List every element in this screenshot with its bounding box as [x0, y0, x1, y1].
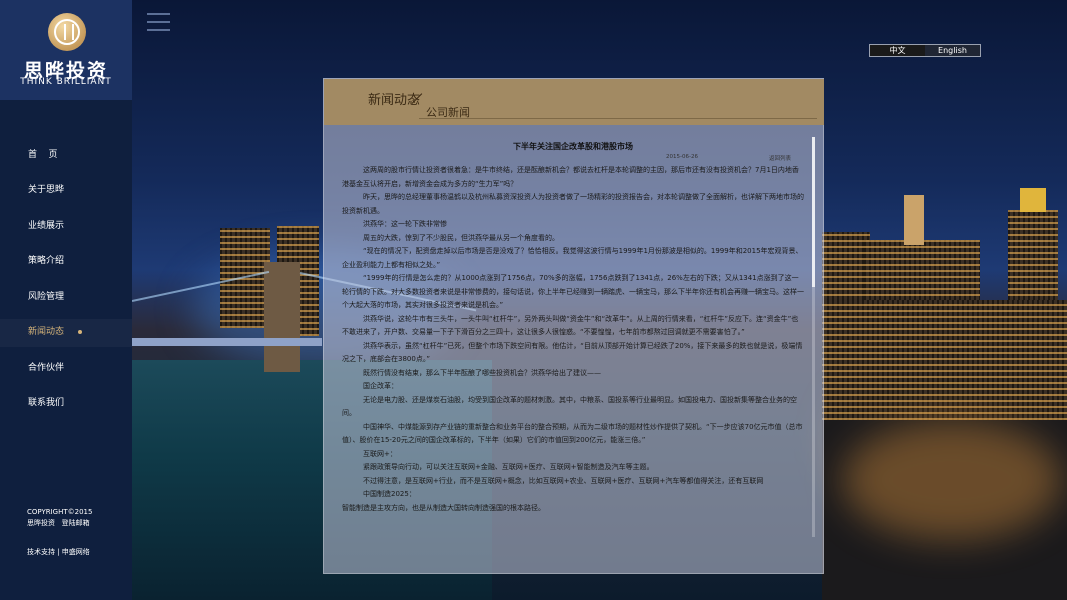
article-body: 这两周的股市行情让投资者很着急：是牛市终结，还是酝酿新机会？都说去杠杆是本轮调整… [331, 164, 815, 515]
lang-zh-button[interactable]: 中文 [870, 45, 925, 56]
section-title: 新闻动态 [368, 93, 421, 108]
language-switch: 中文 English [869, 44, 981, 57]
article-paragraph: 洪燕华：这一轮下跌非常惨 [363, 220, 447, 228]
nav-item-strategy[interactable]: 策略介绍 [0, 244, 132, 280]
nav-item-partners[interactable]: 合作伙伴 [0, 350, 132, 386]
article-title: 下半年关注国企改革股和港股市场 [513, 142, 633, 151]
article-paragraph: 中国制造2025： [363, 490, 416, 498]
nav-item-news[interactable]: 新闻动态 [0, 315, 132, 351]
news-panel: 新闻动态 公司新闻 下半年关注国企改革股和港股市场 2015-06-26 返回列… [323, 78, 824, 574]
copyright-text: COPYRIGHT©2015 [27, 508, 93, 516]
menu-icon[interactable] [147, 13, 170, 31]
article-paragraph: 智能制造是主攻方向，也是从制造大国转向制造强国的根本路径。 [342, 503, 545, 512]
nav-item-label: 新闻动态 [28, 327, 65, 338]
article-paragraph: 不过得注意，是互联网+行业，而不是互联网+概念，比如互联网+农业、互联网+医疗、… [363, 476, 764, 485]
lang-en-button[interactable]: English [925, 45, 980, 56]
sidebar: 思晔投资 THINK BRILLIANT 首 页 关于思晔 业绩展示 策略介绍 … [0, 0, 132, 600]
article-paragraph: 周五的大跌，惊到了不少股民，但洪燕华最从另一个角度看的。 [363, 233, 559, 242]
back-to-list-link[interactable]: 返回列表 [769, 154, 791, 162]
nav-item-home[interactable]: 首 页 [0, 137, 132, 173]
article-paragraph: 互联网+： [363, 449, 397, 458]
nav-item-about[interactable]: 关于思晔 [0, 173, 132, 209]
logo-emblem-icon [48, 13, 86, 51]
article-paragraph: 洪燕华说，这轮牛市有三头牛，一头牛叫“杠杆牛”，另外两头叫做“资金牛”和“改革牛… [342, 314, 799, 337]
nav-item-label: 联系我们 [28, 398, 65, 409]
panel-header: 新闻动态 公司新闻 [324, 79, 824, 125]
nav-item-label: 合作伙伴 [28, 362, 65, 373]
nav-item-label: 策略介绍 [28, 256, 65, 267]
article-paragraph: 紧跟政策导向行动，可以关注互联网+金融、互联网+医疗、互联网+智能制造及汽车等主… [363, 463, 654, 471]
article-paragraph: 无论是电力股、还是煤炭石油股，均受到国企改革的题材刺激。其中，中粮系、国投系等行… [342, 395, 797, 418]
nav-item-label: 业绩展示 [28, 220, 65, 231]
article-paragraph: 中国神华、中煤能源到存产业链的重新整合和业务平台的整合预期，从而为二级市场的题材… [342, 422, 803, 445]
article-paragraph: 昨天，思晔的总经理董事杨温鹤以及杭州私募资深投资人为投资者做了一场精彩的投资报告… [342, 193, 804, 215]
scrollbar-thumb[interactable] [812, 137, 815, 287]
brand-name-en: THINK BRILLIANT [20, 77, 112, 87]
logo[interactable]: 思晔投资 THINK BRILLIANT [0, 0, 132, 100]
tech-support-link[interactable]: 技术支持 | 申盛网络 [27, 547, 90, 557]
article-scrollbar[interactable] [812, 137, 815, 537]
nav-item-risk[interactable]: 风险管理 [0, 279, 132, 315]
article-paragraph: “1999年的行情是怎么走的？从1000点涨到了1756点，70%多的涨幅，17… [342, 274, 804, 309]
article-paragraph: 洪燕华表示，虽然“杠杆牛”已死，但整个市场下跌空间有限。他估计，“目前从顶部开始… [342, 341, 803, 364]
article-meta: 2015-06-26 返回列表 [331, 152, 815, 164]
article-paragraph: 这两周的股市行情让投资者很着急：是牛市终结，还是酝酿新机会？都说去杠杆是本轮调整… [342, 166, 799, 188]
company-links[interactable]: 思晔投资 登陆邮箱 [27, 518, 92, 529]
article: 下半年关注国企改革股和港股市场 2015-06-26 返回列表 这两周的股市行情… [331, 129, 815, 569]
article-paragraph: 既然行情没有结束，那么下半年酝酿了哪些投资机会？洪燕华给出了建议—— [363, 368, 601, 377]
main-nav: 首 页 关于思晔 业绩展示 策略介绍 风险管理 新闻动态 合作伙伴 联系我们 [0, 137, 132, 421]
article-paragraph: 国企改革： [363, 382, 398, 390]
nav-item-performance[interactable]: 业绩展示 [0, 208, 132, 244]
nav-item-label: 首 页 [28, 149, 58, 160]
copyright: COPYRIGHT©2015 思晔投资 登陆邮箱 [27, 507, 92, 529]
nav-item-label: 关于思晔 [28, 185, 65, 196]
nav-item-label: 风险管理 [28, 291, 65, 302]
header-rule [419, 118, 817, 119]
nav-item-contact[interactable]: 联系我们 [0, 386, 132, 422]
article-paragraph: “现在的情况下，配资盘走掉以后市场是否是没戏了？恰恰相反。我觉得这波行情与199… [342, 247, 803, 269]
article-date: 2015-06-26 [666, 154, 698, 160]
